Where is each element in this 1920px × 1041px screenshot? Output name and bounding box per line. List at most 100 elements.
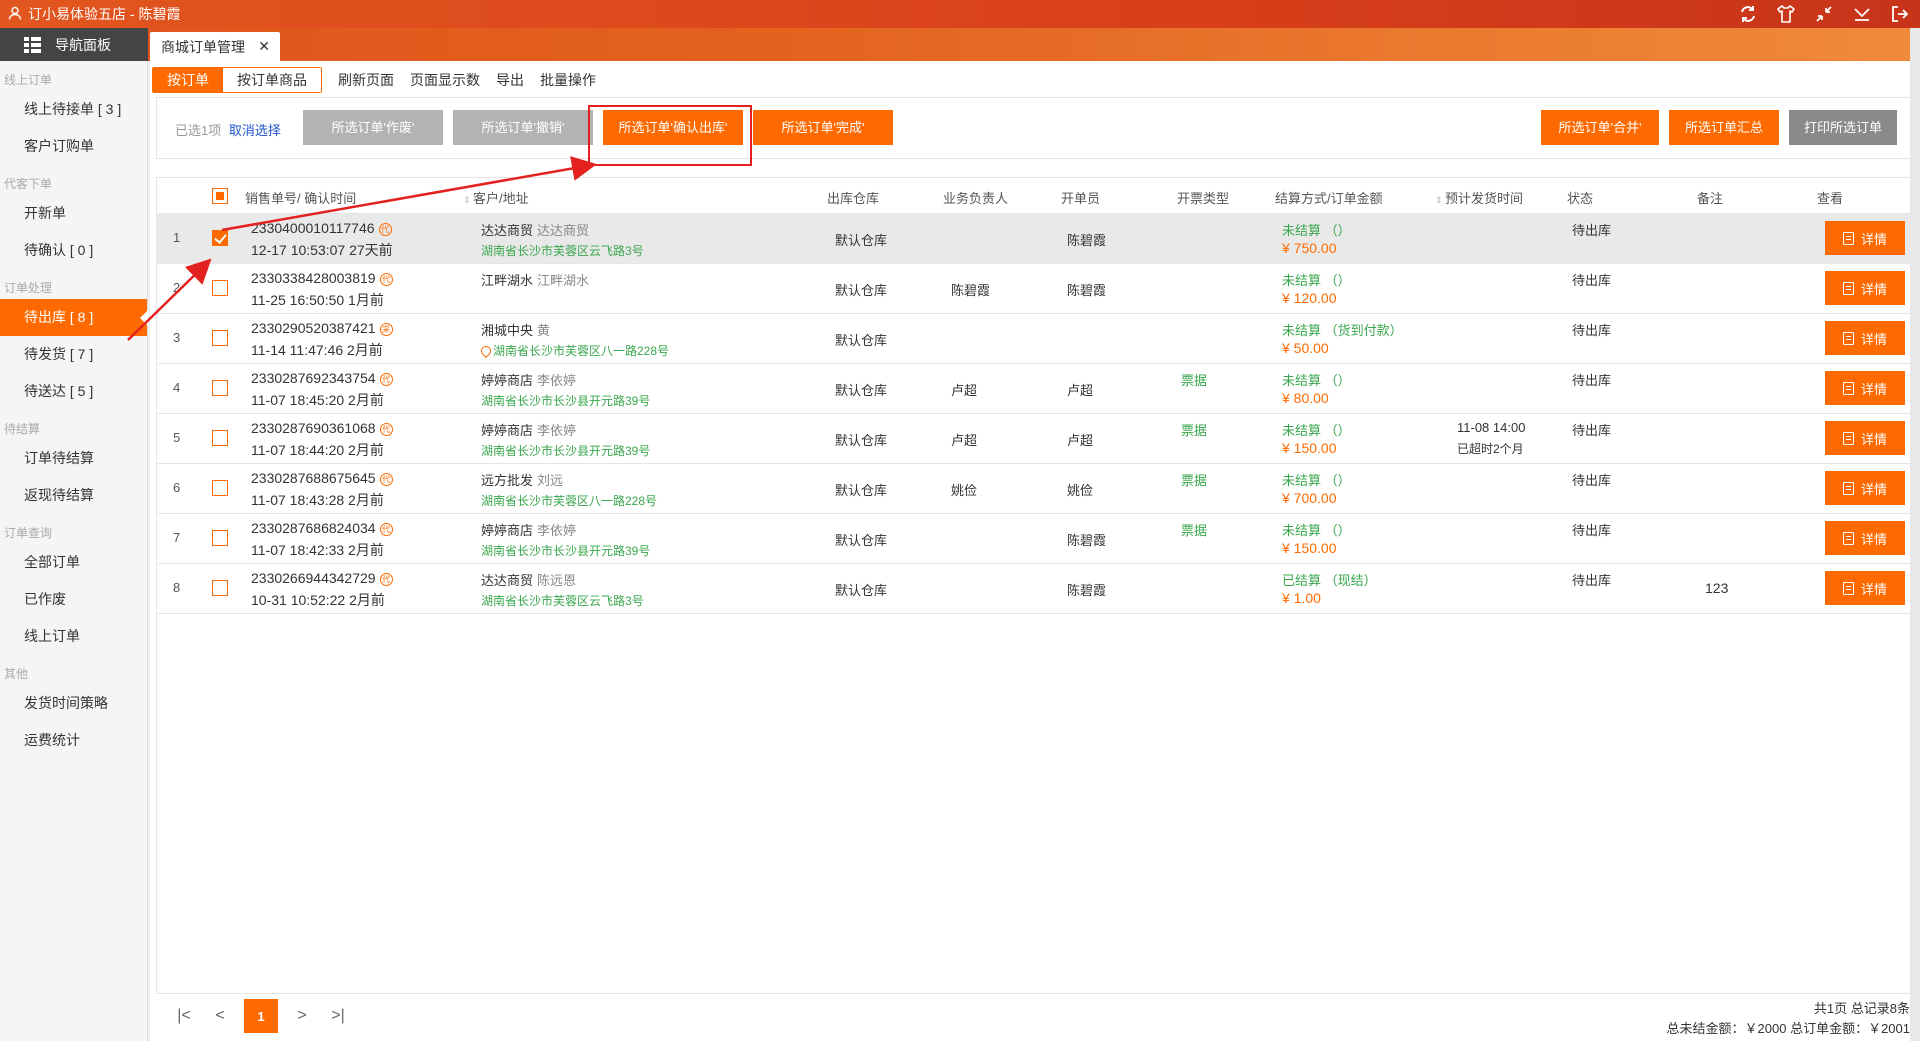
table-row[interactable]: 5 2330287690361068 代 11-07 18:44:20 2月前 婷婷商店… <box>157 414 1913 464</box>
last-page-button[interactable]: >| <box>326 1007 350 1025</box>
detail-label: 详情 <box>1860 431 1887 447</box>
invoice-type: 票据 <box>1181 423 1208 438</box>
sidebar-item[interactable]: 待发货 [ 7 ] <box>0 336 147 373</box>
revoke-button[interactable]: 所选订单'撤销' <box>453 110 593 145</box>
table-row[interactable]: 6 2330287688675645 代 11-07 18:43:28 2月前 远方批发… <box>157 464 1913 514</box>
order-number[interactable]: 2330287686824034 代 <box>251 520 393 536</box>
th-ship[interactable]: ⇕ 预计发货时间 <box>1435 188 1523 207</box>
detail-button[interactable]: 详情 <box>1825 221 1905 255</box>
th-order[interactable]: 销售单号/ 确认时间 <box>245 188 356 207</box>
detail-button[interactable]: 详情 <box>1825 321 1905 355</box>
row-index: 6 <box>173 480 181 495</box>
order-number-text: 2330400010117746 <box>251 220 375 236</box>
merge-button[interactable]: 所选订单'合并' <box>1541 110 1659 145</box>
sidebar-item[interactable]: 待出库 [ 8 ] <box>0 299 148 336</box>
detail-button[interactable]: 详情 <box>1825 571 1905 605</box>
window-title: 订小易体验五店 - 陈碧霞 <box>8 4 180 24</box>
table-row[interactable]: 3 2330290520387421 采 11-14 11:47:46 2月前 湘城中央… <box>157 314 1913 364</box>
detail-button[interactable]: 详情 <box>1825 371 1905 405</box>
sidebar-group-label: 其他 <box>4 667 29 681</box>
order-status: 待出库 <box>1572 473 1612 488</box>
row-checkbox[interactable] <box>212 280 228 296</box>
complete-button[interactable]: 所选订单'完成' <box>753 110 893 145</box>
confirm-time: 11-07 18:45:20 2月前 <box>251 392 384 408</box>
sidebar-item[interactable]: 返现待结算 <box>0 477 147 514</box>
order-maker: 陈碧霞 <box>1067 583 1107 598</box>
sidebar-item[interactable]: 待确认 [ 0 ] <box>0 232 147 269</box>
table-row[interactable]: 7 2330287686824034 代 11-07 18:42:33 2月前 婷婷商店… <box>157 514 1913 564</box>
current-page[interactable]: 1 <box>244 999 278 1033</box>
order-status: 待出库 <box>1572 373 1612 388</box>
window-title-text: 订小易体验五店 - 陈碧霞 <box>28 6 181 22</box>
shrink-icon[interactable] <box>1812 2 1836 26</box>
sidebar-item[interactable]: 运费统计 <box>0 722 147 759</box>
vertical-scrollbar[interactable] <box>1910 28 1920 1041</box>
order-number[interactable]: 2330400010117746 代 <box>251 220 392 236</box>
void-button[interactable]: 所选订单'作废' <box>303 110 443 145</box>
refresh-page-link[interactable]: 刷新页面 <box>338 70 394 90</box>
row-checkbox[interactable] <box>212 380 228 396</box>
sidebar-item[interactable]: 待送达 [ 5 ] <box>0 373 147 410</box>
row-checkbox[interactable] <box>212 230 228 246</box>
business-owner: 陈碧霞 <box>951 283 991 298</box>
detail-button[interactable]: 详情 <box>1825 271 1905 305</box>
sidebar-item[interactable]: 订单待结算 <box>0 440 147 477</box>
minimize-icon[interactable] <box>1850 2 1874 26</box>
detail-button[interactable]: 详情 <box>1825 421 1905 455</box>
pagination: |< < 1 > >| <box>172 999 350 1033</box>
summary-button[interactable]: 所选订单汇总 <box>1669 110 1779 145</box>
order-number[interactable]: 2330287692343754 代 <box>251 370 393 386</box>
row-checkbox[interactable] <box>212 430 228 446</box>
sidebar-item[interactable]: 线上订单 <box>0 618 147 655</box>
row-index: 3 <box>173 330 181 345</box>
table-row[interactable]: 4 2330287692343754 代 11-07 18:45:20 2月前 婷婷商店… <box>157 364 1913 414</box>
seg-by-order[interactable]: 按订单 <box>153 68 223 92</box>
select-all-checkbox[interactable] <box>212 188 228 204</box>
table-row[interactable]: 8 2330266944342729 代 10-31 10:52:22 2月前 达达商贸… <box>157 564 1913 614</box>
address-text: 湖南省长沙市芙蓉区云飞路3号 <box>481 594 644 608</box>
sidebar-item[interactable]: 客户订购单 <box>0 128 147 165</box>
customer-contact: 李依婷 <box>537 423 577 438</box>
close-icon[interactable]: ✕ <box>258 38 270 55</box>
row-checkbox[interactable] <box>212 530 228 546</box>
order-amount: ¥ 1.00 <box>1282 590 1321 606</box>
row-checkbox[interactable] <box>212 330 228 346</box>
order-number[interactable]: 2330290520387421 采 <box>251 320 393 336</box>
sidebar-item[interactable]: 全部订单 <box>0 544 147 581</box>
skin-icon[interactable] <box>1774 2 1798 26</box>
th-customer[interactable]: ⇕ 客户/地址 <box>463 188 529 207</box>
order-number[interactable]: 2330338428003819 代 <box>251 270 393 286</box>
detail-button[interactable]: 详情 <box>1825 471 1905 505</box>
first-page-button[interactable]: |< <box>172 1007 196 1025</box>
exit-icon[interactable] <box>1888 2 1912 26</box>
page-size-link[interactable]: 页面显示数 <box>410 70 480 90</box>
print-button[interactable]: 打印所选订单 <box>1789 110 1897 145</box>
prev-page-button[interactable]: < <box>208 1007 232 1025</box>
table-row[interactable]: 1 2330400010117746 代 12-17 10:53:07 27天前 达达商… <box>157 214 1913 264</box>
next-page-button[interactable]: > <box>290 1007 314 1025</box>
seg-by-goods[interactable]: 按订单商品 <box>223 68 321 92</box>
cancel-select-link[interactable]: 取消选择 <box>229 123 281 138</box>
order-number[interactable]: 2330266944342729 代 <box>251 570 393 586</box>
refresh-icon[interactable] <box>1736 2 1760 26</box>
nav-panel-button[interactable]: 导航面板 <box>0 28 148 61</box>
order-maker: 陈碧霞 <box>1067 533 1107 548</box>
export-link[interactable]: 导出 <box>496 70 524 90</box>
row-checkbox[interactable] <box>212 580 228 596</box>
sidebar-item[interactable]: 发货时间策略 <box>0 685 147 722</box>
tab-mall-orders[interactable]: 商城订单管理 ✕ <box>150 32 280 61</box>
order-number[interactable]: 2330287688675645 代 <box>251 470 393 486</box>
batch-link[interactable]: 批量操作 <box>540 70 596 90</box>
warehouse: 默认仓库 <box>835 233 888 248</box>
sidebar-item[interactable]: 已作废 <box>0 581 147 618</box>
detail-button[interactable]: 详情 <box>1825 521 1905 555</box>
address-text: 湖南省长沙市芙蓉区云飞路3号 <box>481 244 644 258</box>
business-owner: 卢超 <box>951 383 978 398</box>
row-checkbox[interactable] <box>212 480 228 496</box>
sidebar-item[interactable]: 开新单 <box>0 195 147 232</box>
table-row[interactable]: 2 2330338428003819 代 11-25 16:50:50 1月前 江畔湖水… <box>157 264 1913 314</box>
sidebar-item[interactable]: 线上待接单 [ 3 ] <box>0 91 147 128</box>
order-number-text: 2330287688675645 <box>251 470 376 486</box>
sidebar-group-label: 订单查询 <box>4 526 53 540</box>
order-number[interactable]: 2330287690361068 代 <box>251 420 393 436</box>
